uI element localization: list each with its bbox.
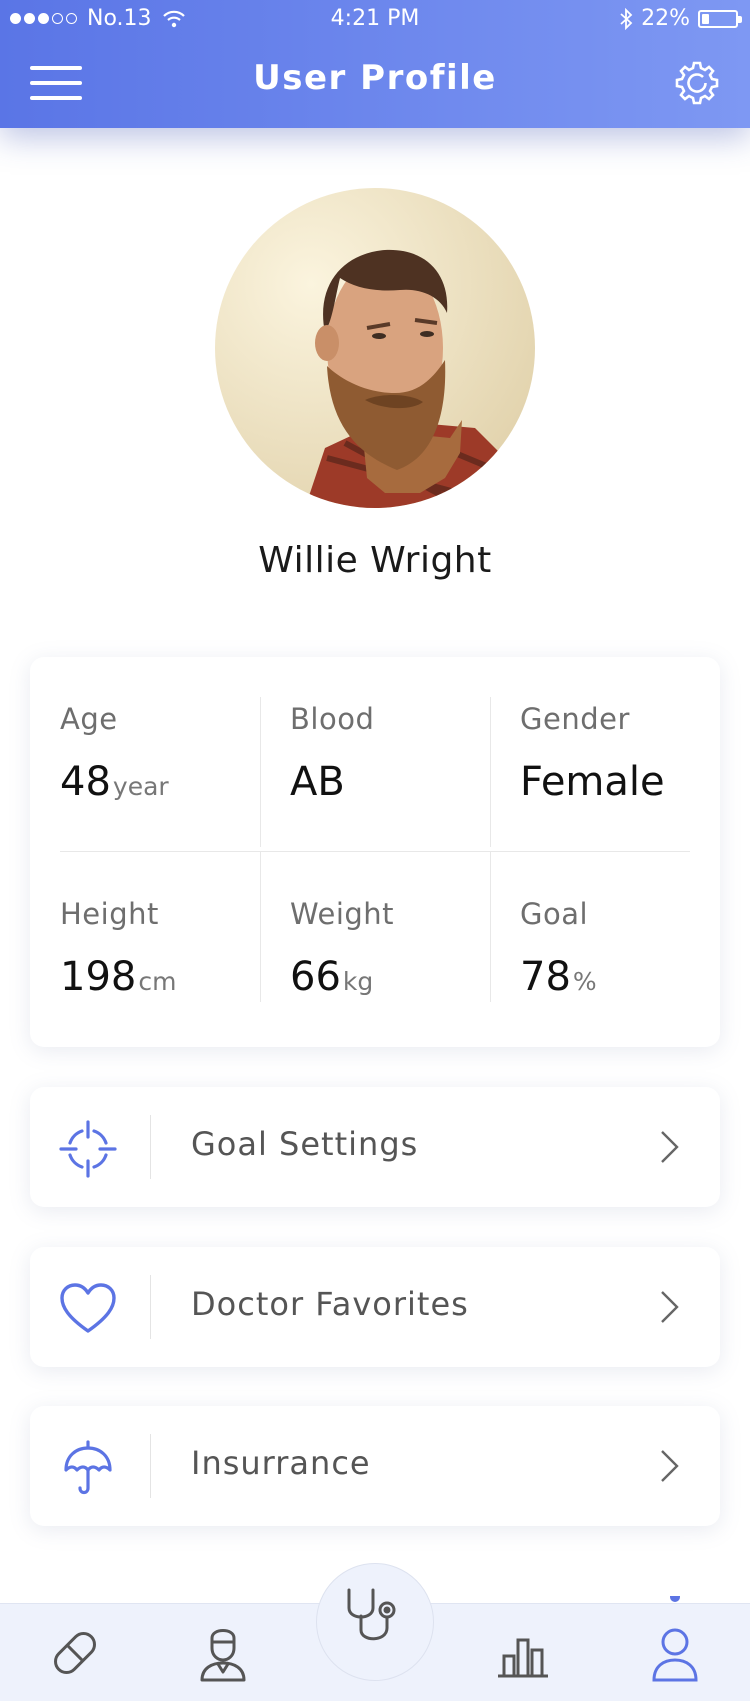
stat-label: Weight (290, 897, 395, 931)
battery-icon (698, 9, 742, 28)
stat-weight: Weight 66kg (260, 852, 490, 1047)
divider (260, 852, 261, 1002)
divider (490, 852, 491, 1002)
crosshair-target-icon (59, 1120, 117, 1178)
stat-gender: Gender Female (490, 657, 720, 852)
status-bar: No.13 4:21 PM 22% (0, 0, 750, 38)
stat-blood: Blood AB (260, 657, 490, 852)
stat-value: 198 (60, 954, 137, 1000)
pill-icon[interactable] (40, 1618, 110, 1688)
row-divider (150, 1275, 151, 1339)
row-divider (150, 1434, 151, 1498)
chevron-right-icon (661, 1291, 679, 1323)
bar-chart-icon[interactable] (488, 1618, 558, 1688)
active-tab-indicator (670, 1596, 680, 1602)
status-right: 22% (619, 6, 742, 31)
stat-height: Height 198cm (30, 852, 260, 1047)
stat-age: Age 48year (30, 657, 260, 852)
doctor-favorites-row[interactable]: Doctor Favorites (30, 1247, 720, 1367)
stethoscope-tab[interactable] (316, 1563, 434, 1681)
goal-settings-row[interactable]: Goal Settings (30, 1087, 720, 1207)
stat-label: Gender (520, 702, 630, 736)
stat-goal: Goal 78% (490, 852, 720, 1047)
stat-value: 48 (60, 759, 111, 805)
profile-name: Willie Wright (258, 540, 492, 581)
gear-icon[interactable] (674, 60, 720, 106)
page-title: User Profile (253, 58, 497, 98)
stat-label: Goal (520, 897, 589, 931)
insurance-row[interactable]: Insurrance (30, 1406, 720, 1526)
avatar (215, 188, 535, 508)
stat-value: 66 (290, 954, 341, 1000)
stat-label: Height (60, 897, 159, 931)
stat-unit: % (572, 967, 597, 996)
doctor-icon[interactable] (188, 1618, 258, 1688)
stat-unit: kg (342, 967, 374, 996)
stat-label: Blood (290, 702, 375, 736)
row-label: Doctor Favorites (191, 1285, 469, 1323)
row-divider (150, 1115, 151, 1179)
stat-label: Age (60, 702, 118, 736)
stat-unit: cm (138, 967, 177, 996)
divider (490, 697, 491, 847)
row-label: Insurrance (191, 1444, 371, 1482)
stat-unit: year (112, 772, 169, 801)
battery-percent: 22% (641, 6, 690, 31)
divider (260, 697, 261, 847)
row-label: Goal Settings (191, 1125, 419, 1163)
heart-icon (60, 1283, 116, 1333)
chevron-right-icon (661, 1450, 679, 1482)
divider (60, 851, 690, 852)
app-header: No.13 4:21 PM 22% User Profile (0, 0, 750, 128)
umbrella-icon (64, 1440, 112, 1495)
stat-value: AB (290, 759, 345, 805)
stats-card: Age 48year Blood AB Gender Female Height… (30, 657, 720, 1047)
user-icon[interactable] (640, 1618, 710, 1688)
chevron-right-icon (661, 1131, 679, 1163)
stethoscope-icon (347, 1588, 396, 1641)
stat-value: 78 (520, 954, 571, 1000)
stat-value: Female (520, 759, 665, 805)
bluetooth-icon (620, 7, 633, 30)
